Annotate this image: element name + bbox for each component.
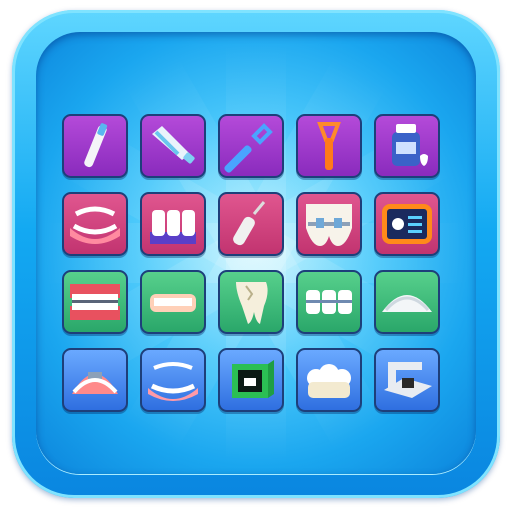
icon-grid-panel bbox=[36, 32, 476, 474]
app-icon-frame bbox=[12, 10, 500, 498]
dental-tablet-icon[interactable] bbox=[374, 192, 440, 256]
gum-guard-icon[interactable] bbox=[140, 270, 206, 334]
denture-jaw-icon[interactable] bbox=[62, 192, 128, 256]
toothbrush-icon[interactable] bbox=[62, 114, 128, 178]
mouthwash-icon[interactable] bbox=[374, 114, 440, 178]
floss-pick-icon[interactable] bbox=[218, 114, 284, 178]
aligner-denture-icon[interactable] bbox=[140, 348, 206, 412]
tongue-scraper-icon[interactable] bbox=[296, 114, 362, 178]
palate-expander-icon[interactable] bbox=[62, 348, 128, 412]
water-flosser-icon[interactable] bbox=[218, 192, 284, 256]
braces-tooth-icon[interactable] bbox=[296, 192, 362, 256]
braces-teeth-icon[interactable] bbox=[62, 270, 128, 334]
dental-3d-printer-icon[interactable] bbox=[218, 348, 284, 412]
clean-teeth-icon[interactable] bbox=[296, 348, 362, 412]
broken-tooth-icon[interactable] bbox=[218, 270, 284, 334]
dental-scanner-icon[interactable] bbox=[374, 348, 440, 412]
teeth-model-icon[interactable] bbox=[140, 192, 206, 256]
retainer-icon[interactable] bbox=[374, 270, 440, 334]
toothpaste-icon[interactable] bbox=[140, 114, 206, 178]
braces-molars-icon[interactable] bbox=[296, 270, 362, 334]
